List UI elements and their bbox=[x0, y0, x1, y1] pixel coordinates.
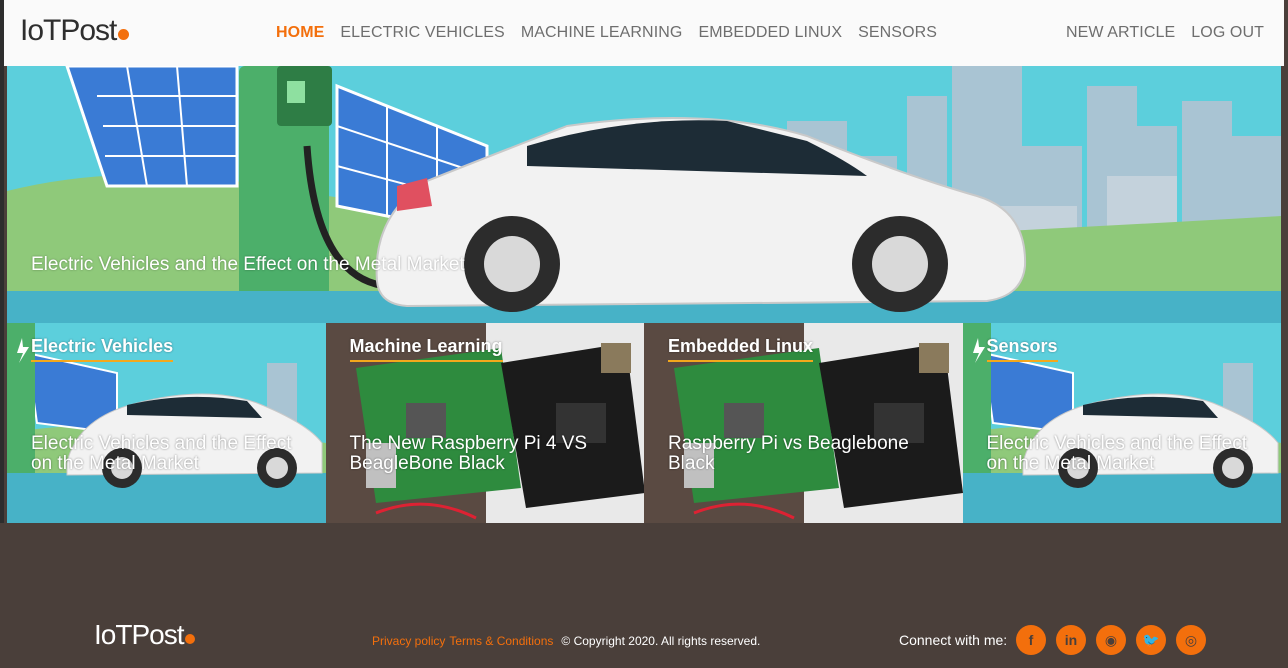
hero-article-title[interactable]: Electric Vehicles and the Effect on the … bbox=[31, 254, 465, 276]
brand-name: IoTPost bbox=[20, 14, 117, 47]
top-navbar: IoTPost HOME ELECTRIC VEHICLES MACHINE L… bbox=[4, 0, 1284, 66]
card-category-label[interactable]: Machine Learning bbox=[349, 336, 503, 362]
category-card-embedded-linux[interactable]: Embedded Linux Raspberry Pi vs Beaglebon… bbox=[644, 323, 963, 523]
card-article-title[interactable]: Electric Vehicles and the Effect on the … bbox=[987, 434, 1267, 474]
site-footer: IoTPost Privacy policy Terms & Condition… bbox=[0, 523, 1288, 668]
copyright-text: © Copyright 2020. All rights reserved. bbox=[561, 634, 761, 648]
category-cards: Electric Vehicles Electric Vehicles and … bbox=[7, 323, 1281, 523]
github-icon[interactable]: ◉ bbox=[1096, 625, 1126, 655]
nav-sensors[interactable]: SENSORS bbox=[858, 24, 937, 42]
category-card-sensors[interactable]: Sensors Electric Vehicles and the Effect… bbox=[962, 323, 1281, 523]
category-card-electric-vehicles[interactable]: Electric Vehicles Electric Vehicles and … bbox=[7, 323, 326, 523]
logout-link[interactable]: LOG OUT bbox=[1191, 24, 1264, 42]
connect-label: Connect with me: bbox=[899, 632, 1008, 648]
card-category-label[interactable]: Electric Vehicles bbox=[31, 336, 174, 362]
privacy-policy-link[interactable]: Privacy policy bbox=[372, 634, 445, 648]
ev-charging-hero-image bbox=[7, 66, 1281, 323]
footer-brand-logo[interactable]: IoTPost bbox=[94, 619, 196, 651]
instagram-icon[interactable]: ◎ bbox=[1176, 625, 1206, 655]
new-article-link[interactable]: NEW ARTICLE bbox=[1066, 24, 1175, 42]
card-category-label[interactable]: Embedded Linux bbox=[668, 336, 814, 362]
nav-embedded-linux[interactable]: EMBEDDED LINUX bbox=[698, 24, 842, 42]
card-article-title[interactable]: The New Raspberry Pi 4 VS BeagleBone Bla… bbox=[350, 434, 630, 474]
linkedin-icon[interactable]: in bbox=[1056, 625, 1086, 655]
main-nav: HOME ELECTRIC VEHICLES MACHINE LEARNING … bbox=[276, 24, 937, 42]
nav-home[interactable]: HOME bbox=[276, 24, 324, 42]
page: IoTPost HOME ELECTRIC VEHICLES MACHINE L… bbox=[0, 0, 1288, 668]
nav-machine-learning[interactable]: MACHINE LEARNING bbox=[521, 24, 683, 42]
footer-links: Privacy policy Terms & Conditions © Copy… bbox=[372, 634, 760, 648]
category-card-machine-learning[interactable]: Machine Learning The New Raspberry Pi 4 … bbox=[325, 323, 644, 523]
footer-brand-dot-icon bbox=[185, 634, 196, 644]
card-article-title[interactable]: Raspberry Pi vs Beaglebone Black bbox=[668, 434, 948, 474]
card-category-label[interactable]: Sensors bbox=[986, 336, 1058, 362]
twitter-icon[interactable]: 🐦 bbox=[1136, 625, 1166, 655]
user-nav: NEW ARTICLE LOG OUT bbox=[1066, 24, 1264, 42]
brand-dot-icon bbox=[118, 29, 130, 40]
social-links: f in ◉ 🐦 ◎ bbox=[1016, 625, 1206, 655]
nav-electric-vehicles[interactable]: ELECTRIC VEHICLES bbox=[340, 24, 504, 42]
terms-link[interactable]: Terms & Conditions bbox=[449, 634, 553, 648]
footer-brand-name: IoTPost bbox=[94, 619, 184, 650]
facebook-icon[interactable]: f bbox=[1016, 625, 1046, 655]
card-article-title[interactable]: Electric Vehicles and the Effect on the … bbox=[31, 434, 311, 474]
brand-logo[interactable]: IoTPost bbox=[20, 14, 130, 48]
featured-article-hero[interactable]: Electric Vehicles and the Effect on the … bbox=[7, 66, 1281, 323]
